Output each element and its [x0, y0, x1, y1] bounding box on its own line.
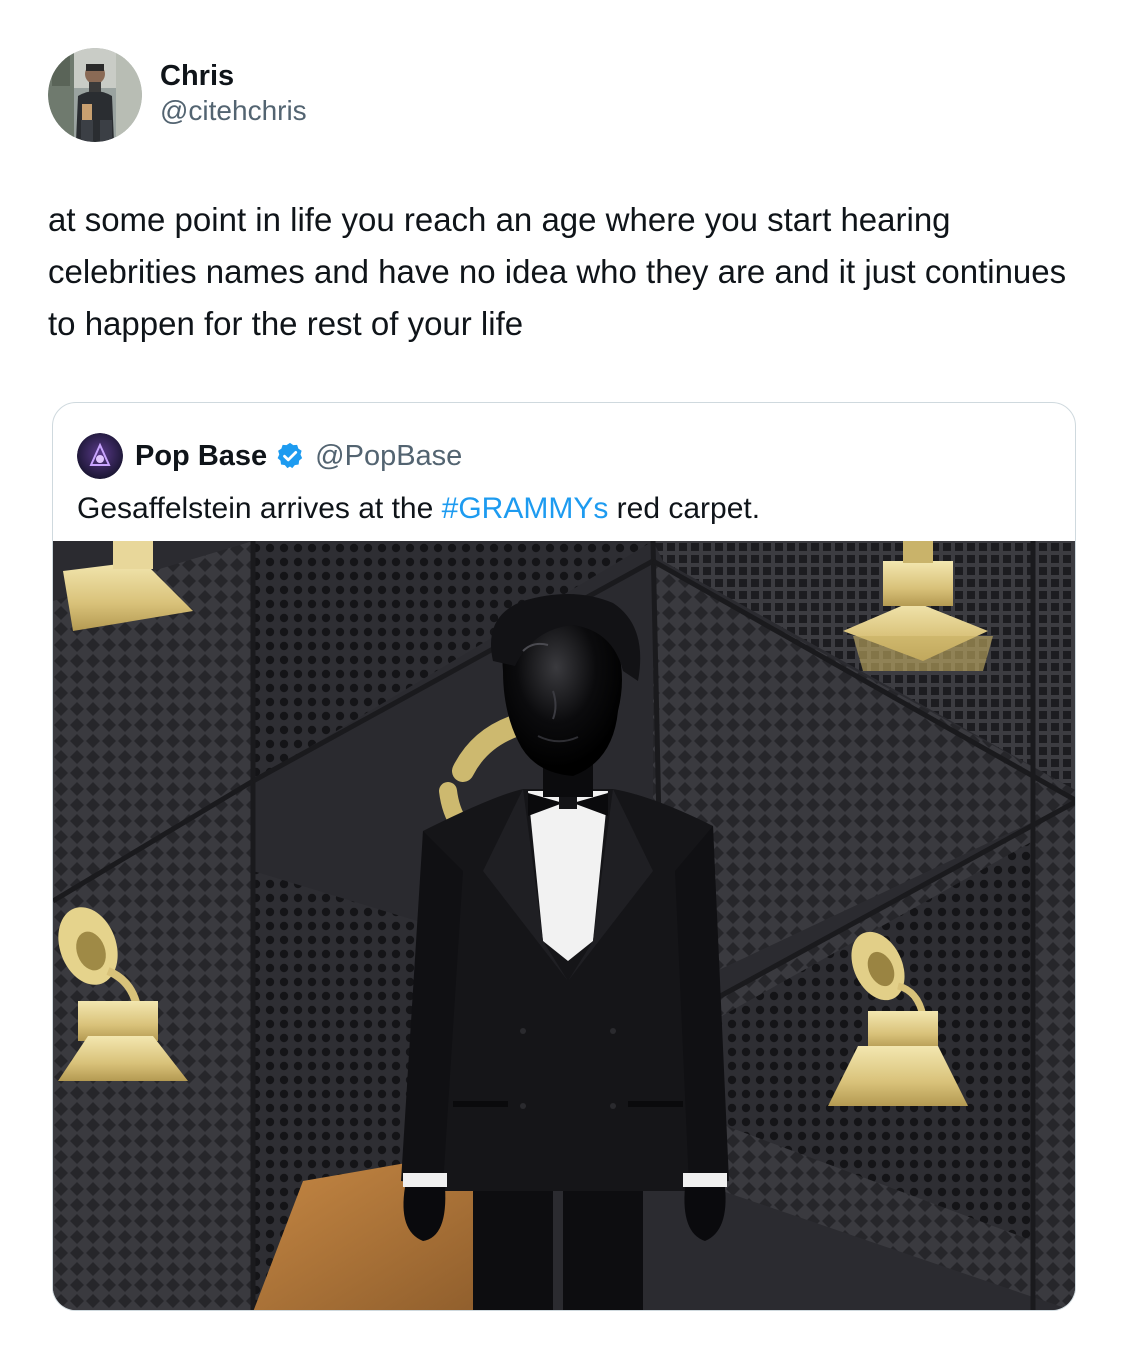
quoted-display-name[interactable]: Pop Base [135, 440, 267, 473]
author-handle[interactable]: @citehchris [160, 94, 307, 128]
tweet-text: at some point in life you reach an age w… [48, 201, 1067, 342]
quoted-media-photo[interactable] [53, 541, 1075, 1310]
verified-badge-icon [277, 442, 303, 469]
quoted-tweet-header: Pop Base @PopBase [77, 433, 462, 479]
quoted-text-after: red carpet. [608, 492, 761, 525]
tweet-author: Chris @citehchris [48, 48, 307, 142]
quoted-tweet-card[interactable]: Pop Base @PopBase Gesaffelstein arrives … [52, 402, 1076, 1311]
author-display-name[interactable]: Chris [160, 58, 307, 94]
user-avatar[interactable] [48, 48, 142, 142]
photo-scene [53, 541, 1075, 1310]
author-names: Chris @citehchris [160, 58, 307, 128]
quoted-handle[interactable]: @PopBase [315, 440, 462, 473]
quoted-text-before: Gesaffelstein arrives at the [77, 492, 442, 525]
quoted-tweet-text: Gesaffelstein arrives at the #GRAMMYs re… [77, 489, 760, 529]
pop-base-avatar[interactable] [77, 433, 123, 479]
hashtag-link[interactable]: #GRAMMYs [442, 492, 609, 525]
